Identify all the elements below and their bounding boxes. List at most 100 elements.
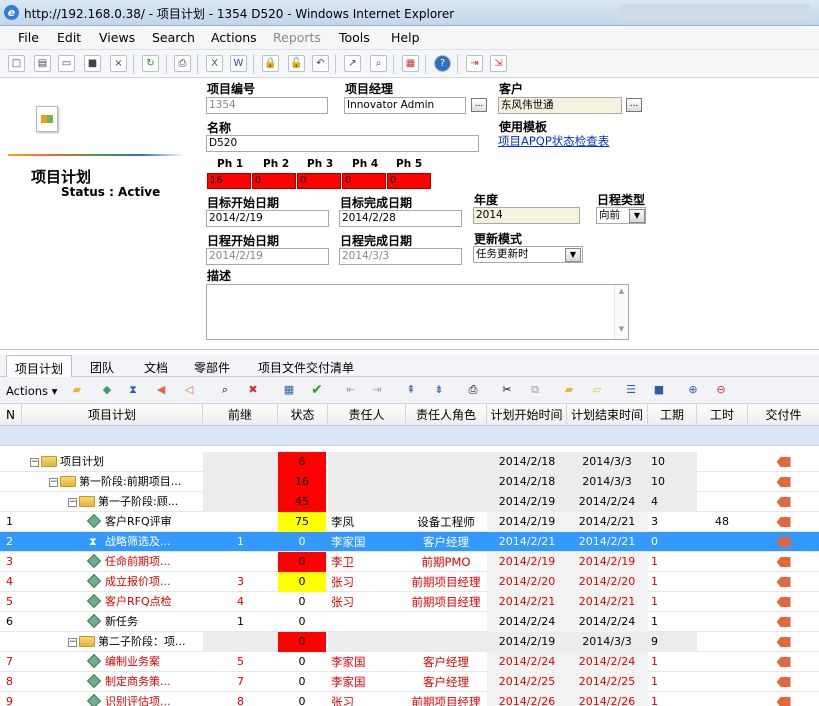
col-plan[interactable]: 项目计划 [22,404,203,426]
deliverable-icon[interactable] [776,697,791,706]
table-row[interactable]: 7 编制业务案 5 0 李家国 客户经理 2014/2/24 2014/2/24 1 [0,652,819,672]
deliverable-cell[interactable] [748,532,819,552]
table-row[interactable]: − 第一子阶段:顾... 45 2014/2/19 2014/2/24 4 [0,492,819,512]
copy-icon[interactable]: ⧉ [526,382,544,399]
preview-icon[interactable]: ▤ [34,55,51,72]
delete-item-icon[interactable]: ✖ [244,382,262,399]
deliverable-icon[interactable] [776,477,791,487]
plan-name-cell[interactable]: − 第二子阶段：项... [22,632,202,652]
sched-start-field[interactable]: 2014/2/19 [206,248,329,265]
paste-folder-icon[interactable]: ▰ [560,382,578,399]
word-icon[interactable]: W [230,55,247,72]
new-icon[interactable]: □ [8,55,25,72]
move-down-icon[interactable]: ⇟ [430,382,448,399]
expand-icon[interactable]: ☰ [622,382,640,399]
save-grid-icon[interactable]: ■ [650,382,668,399]
excel-icon[interactable]: X [206,55,223,72]
deliverable-cell[interactable] [748,452,819,472]
plan-name-cell[interactable]: 编制业务案 [22,652,202,672]
tab-documents[interactable]: 文档 [136,355,176,377]
col-hours[interactable]: 工时 [697,404,748,426]
table-row[interactable]: 1 客户RFQ评审 75 李凤 设备工程师 2014/2/19 2014/2/21 3 48 [0,512,819,532]
table-row[interactable]: 3 任命前期项... 0 李卫 前期PMO 2014/2/19 2014/2/19 1 [0,552,819,572]
deliverable-icon[interactable] [776,557,791,567]
target-end-field[interactable]: 2014/2/28 [339,210,462,227]
plan-name-cell[interactable]: − 第一阶段:前期项目... [22,472,202,492]
col-plan-end[interactable]: 计划结束时间 [567,404,648,426]
menu-tools[interactable]: Tools [339,30,370,45]
customer-field[interactable]: 东风伟世通 [498,97,622,114]
year-field[interactable]: 2014 [473,207,580,224]
open-icon[interactable]: ▭ [58,55,75,72]
table-row[interactable]: − 第二子阶段：项... 0 2014/2/19 2014/3/3 9 [0,632,819,652]
col-status[interactable]: 状态 [278,404,328,426]
undo-icon[interactable]: ↶ [312,55,329,72]
help-icon[interactable]: ? [434,55,451,72]
lock-icon[interactable]: 🔒 [262,55,279,72]
deliverable-cell[interactable] [748,592,819,612]
collapse-icon[interactable]: − [30,457,39,467]
view-item-icon[interactable]: ⌕ [216,382,234,399]
deliverable-cell[interactable] [748,572,819,592]
deliverable-cell[interactable] [748,672,819,692]
refresh-icon[interactable]: ↻ [142,55,159,72]
where-used-icon[interactable]: ⌕ [370,55,387,72]
actions-dropdown[interactable]: Actions ▾ [6,384,57,398]
report-icon[interactable]: ▦ [402,55,419,72]
plan-name-cell[interactable]: − 项目计划 [22,452,202,472]
menu-help[interactable]: Help [391,30,420,45]
deliverable-icon[interactable] [776,657,791,667]
deliverable-cell[interactable] [748,552,819,572]
tab-parts[interactable]: 零部件 [186,355,238,377]
table-row[interactable]: − 第一阶段:前期项目... 16 2014/2/18 2014/3/3 10 [0,472,819,492]
deliverable-icon[interactable] [776,457,791,467]
col-predecessor[interactable]: 前继 [203,404,278,426]
plan-name-cell[interactable]: ⧗ 战略筛选及... [22,532,202,552]
unlock-icon[interactable]: 🔓 [288,55,305,72]
complete-check-icon[interactable]: ✔ [308,382,326,399]
deliverable-cell[interactable] [748,632,819,652]
sched-end-field[interactable]: 2014/3/3 [339,248,462,265]
table-row[interactable]: − 项目计划 6 2014/2/18 2014/3/3 10 [0,452,819,472]
plan-name-cell[interactable]: 识别评估项... [22,692,202,706]
update-mode-dropdown-icon[interactable]: ▼ [565,248,581,262]
menu-search[interactable]: Search [152,30,195,45]
calendar-icon[interactable]: ▦ [280,382,298,399]
signout-icon[interactable]: ⇥ [466,55,483,72]
deliverable-cell[interactable] [748,612,819,632]
collapse-icon[interactable]: − [49,477,58,487]
indent-icon[interactable]: ⇥ [368,382,386,399]
sched-type-dropdown-icon[interactable]: ▼ [629,209,645,223]
collapse-icon[interactable]: − [68,497,77,507]
outdent-icon[interactable]: ⇤ [342,382,360,399]
menu-actions[interactable]: Actions [211,30,257,45]
menu-edit[interactable]: Edit [57,30,81,45]
save-icon[interactable]: ■ [84,55,101,72]
col-n[interactable]: N [0,404,22,426]
deliverable-cell[interactable] [748,492,819,512]
col-owner-role[interactable]: 责任人角色 [406,404,487,426]
table-row[interactable]: 4 成立报价项... 3 0 张习 前期项目经理 2014/2/20 2014/2/20 1 [0,572,819,592]
collapse-icon[interactable]: − [68,637,77,647]
add-milestone-icon[interactable]: ⧗ [124,382,142,399]
grid-filter-row[interactable] [0,426,819,446]
add-task-icon[interactable]: ◆ [98,382,116,399]
scroll-up-icon[interactable]: ▲ [615,287,628,295]
project-no-field[interactable]: 1354 [206,97,328,114]
deliverable-cell[interactable] [748,692,819,706]
deliverable-icon[interactable] [776,597,791,607]
deliverable-cell[interactable] [748,472,819,492]
manager-field[interactable]: Innovator Admin [344,97,466,114]
new-folder-icon[interactable]: ▱ [588,382,606,399]
deliverable-icon[interactable] [776,677,791,687]
plan-name-cell[interactable]: 任命前期项... [22,552,202,572]
target-start-field[interactable]: 2014/2/19 [206,210,329,227]
exit-icon[interactable]: ⇲ [490,55,507,72]
table-row[interactable]: 2 ⧗ 战略筛选及... 1 0 李家国 客户经理 2014/2/21 2014/2/21 0 [0,532,819,552]
deliverable-icon[interactable] [776,637,791,647]
add-folder-icon[interactable]: ▰ [68,382,86,399]
move-up-icon[interactable]: ⇞ [402,382,420,399]
close-doc-icon[interactable]: × [110,55,127,72]
col-duration[interactable]: 工期 [648,404,697,426]
plan-name-cell[interactable]: 客户RFQ评审 [22,512,202,532]
